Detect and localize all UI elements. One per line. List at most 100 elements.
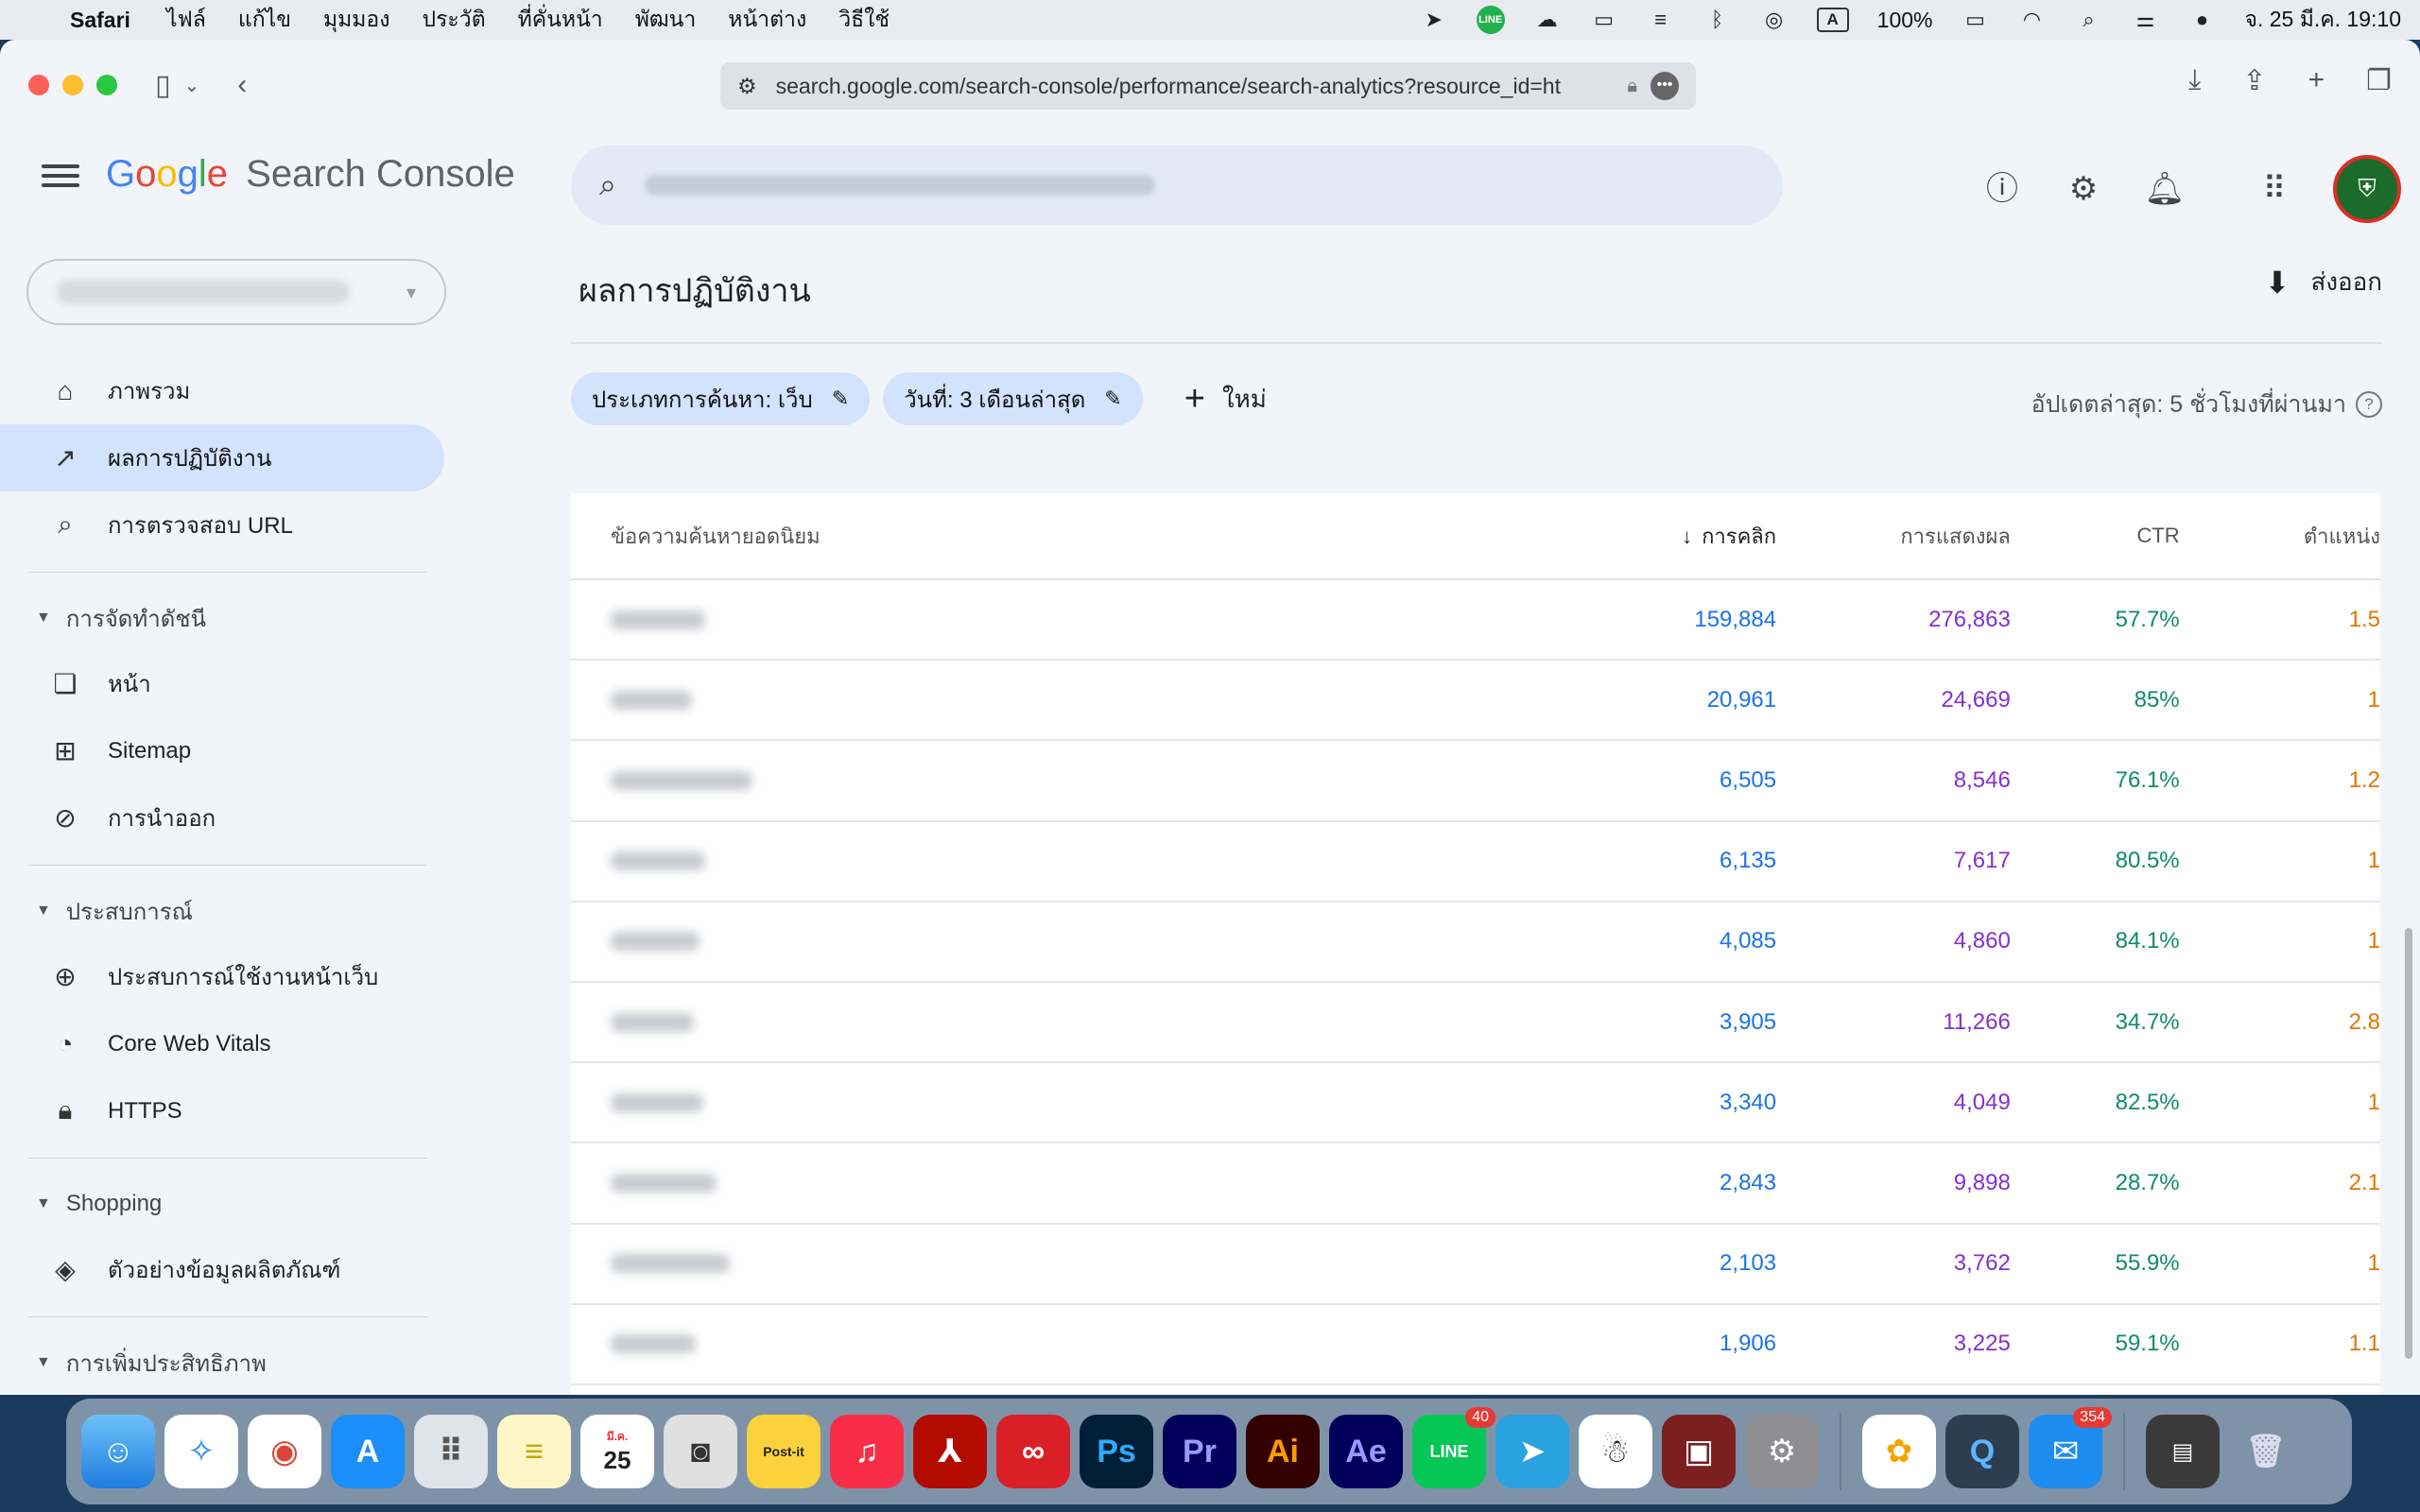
- export-button[interactable]: ⬇ ส่งออก: [2265, 263, 2382, 301]
- new-tab-icon[interactable]: +: [2308, 64, 2325, 97]
- more-icon[interactable]: •••: [1651, 72, 1679, 100]
- telegram-icon[interactable]: ➤: [1495, 1415, 1569, 1488]
- voice-app-icon[interactable]: ☃: [1579, 1415, 1652, 1488]
- sidebar-item-removals[interactable]: ⊘ การนำออก: [0, 784, 454, 851]
- app-store-icon[interactable]: A: [331, 1415, 405, 1488]
- airdrop-icon[interactable]: ◎: [1760, 8, 1789, 32]
- site-settings-icon[interactable]: ⚙: [737, 74, 757, 99]
- stack-icon[interactable]: ≡: [1647, 8, 1675, 32]
- sidebar-item-sitemap[interactable]: ⊞ Sitemap: [0, 717, 454, 784]
- table-row[interactable]: 20,961 24,669 85% 1: [571, 661, 2380, 742]
- minimized-window-icon[interactable]: ▤: [2146, 1415, 2220, 1488]
- postit-icon[interactable]: Post-it: [747, 1415, 821, 1488]
- column-header-query[interactable]: ข้อความค้นหายอดนิยม: [571, 520, 1613, 553]
- sidebar-item-pages[interactable]: ❏ หน้า: [0, 650, 454, 717]
- sidebar-item-overview[interactable]: ⌂ ภาพรวม: [0, 357, 454, 424]
- tab-overview-icon[interactable]: ❐: [2366, 64, 2392, 97]
- premiere-icon[interactable]: Pr: [1163, 1415, 1236, 1488]
- sidebar-section-experience[interactable]: ▼ ประสบการณ์: [0, 879, 454, 943]
- query-text-redacted[interactable]: [611, 1173, 717, 1193]
- sidebar-item-page-experience[interactable]: ⊕ ประสบการณ์ใช้งานหน้าเว็บ: [0, 943, 454, 1010]
- table-row[interactable]: 3,905 11,266 34.7% 2.8: [571, 983, 2380, 1064]
- launchpad-icon[interactable]: ⠿: [414, 1415, 488, 1488]
- sidebar-item-product-snippets[interactable]: ◈ ตัวอย่างข้อมูลผลิตภัณฑ์: [0, 1236, 454, 1303]
- menu-app-name[interactable]: Safari: [70, 8, 130, 33]
- query-text-redacted[interactable]: [611, 1254, 730, 1274]
- line-app-icon[interactable]: LINE 40: [1412, 1407, 1495, 1488]
- main-menu-icon[interactable]: [42, 159, 79, 193]
- acrobat-icon[interactable]: ⅄: [913, 1415, 987, 1488]
- sidebar-item-core-web-vitals[interactable]: ◔ Core Web Vitals: [0, 1010, 454, 1077]
- chrome-icon[interactable]: ◉: [248, 1415, 321, 1488]
- menu-bookmarks[interactable]: ที่คั่นหน้า: [518, 3, 603, 37]
- table-row[interactable]: 159,884 276,863 57.7% 1.5: [571, 580, 2380, 662]
- music-icon[interactable]: ♫: [830, 1415, 904, 1488]
- photoshop-icon[interactable]: Ps: [1080, 1415, 1153, 1488]
- sidebar-item-https[interactable]: 🔒︎ HTTPS: [0, 1077, 454, 1144]
- account-avatar[interactable]: ⛨: [2333, 155, 2401, 223]
- spotlight-search-icon[interactable]: ⌕: [2074, 8, 2102, 32]
- menubar-datetime[interactable]: จ. 25 มี.ค. 19:10: [2244, 3, 2401, 37]
- table-row[interactable]: 1,906 3,225 59.1% 1.1: [571, 1305, 2380, 1385]
- query-text-redacted[interactable]: [611, 690, 692, 710]
- location-arrow-icon[interactable]: ➤: [1420, 8, 1448, 32]
- share-icon[interactable]: ⇪: [2242, 64, 2266, 97]
- sidebar-item-performance[interactable]: ↗ ผลการปฏิบัติงาน: [0, 424, 444, 491]
- column-header-ctr[interactable]: CTR: [2011, 524, 2179, 548]
- sidebar-section-shopping[interactable]: ▼ Shopping: [0, 1172, 454, 1236]
- apps-grid-icon[interactable]: ⠿: [2252, 166, 2297, 212]
- menu-develop[interactable]: พัฒนา: [635, 3, 697, 37]
- column-header-clicks[interactable]: ↓ การคลิก: [1613, 520, 1776, 553]
- query-text-redacted[interactable]: [611, 770, 752, 790]
- new-filter-button[interactable]: + ใหม่: [1184, 379, 1267, 420]
- sidebar-toggle-icon[interactable]: ▯: [155, 69, 171, 102]
- table-row[interactable]: 2,103 3,762 55.9% 1: [571, 1225, 2380, 1305]
- siri-icon[interactable]: ●: [2187, 8, 2216, 32]
- column-header-position[interactable]: ตำแหน่ง: [2180, 520, 2380, 553]
- battery-icon[interactable]: ▭: [1961, 8, 1989, 32]
- menu-edit[interactable]: แก้ไข: [238, 3, 291, 37]
- table-row[interactable]: 6,135 7,617 80.5% 1: [571, 822, 2380, 902]
- column-header-impressions[interactable]: การแสดงผล: [1776, 520, 2011, 553]
- table-row[interactable]: 3,340 4,049 82.5% 1: [571, 1063, 2380, 1144]
- query-text-redacted[interactable]: [611, 1012, 694, 1032]
- query-text-redacted[interactable]: [611, 851, 705, 871]
- address-bar[interactable]: ⚙ search.google.com/search-console/perfo…: [720, 62, 1696, 110]
- minimize-window-button[interactable]: [62, 75, 83, 95]
- gsc-logo[interactable]: Google Search Console: [106, 153, 515, 196]
- menu-window[interactable]: หน้าต่าง: [728, 3, 806, 37]
- line-status-icon[interactable]: LINE: [1476, 6, 1505, 34]
- bluetooth-icon[interactable]: ᛒ: [1703, 8, 1732, 32]
- photos-icon[interactable]: ✿: [1862, 1415, 1936, 1488]
- creative-cloud-status-icon[interactable]: ☁: [1533, 8, 1562, 32]
- trash-icon[interactable]: 🗑︎: [2229, 1415, 2303, 1488]
- menu-history[interactable]: ประวัติ: [422, 3, 485, 37]
- close-window-button[interactable]: [28, 75, 49, 95]
- menu-file[interactable]: ไฟล์: [166, 3, 206, 37]
- page-scrollbar[interactable]: [2405, 928, 2412, 1359]
- query-text-redacted[interactable]: [611, 610, 705, 629]
- sidebar-item-url-inspection[interactable]: ⌕ การตรวจสอบ URL: [0, 491, 454, 558]
- after-effects-icon[interactable]: Ae: [1329, 1415, 1403, 1488]
- illustrator-icon[interactable]: Ai: [1246, 1415, 1320, 1488]
- query-text-redacted[interactable]: [611, 932, 700, 952]
- quicktime-icon[interactable]: Q: [1945, 1415, 2019, 1488]
- fullscreen-window-button[interactable]: [96, 75, 117, 95]
- mail-icon[interactable]: ✉ 354: [2029, 1407, 2112, 1488]
- chevron-down-icon[interactable]: ⌄: [184, 74, 200, 97]
- input-method-icon[interactable]: A: [1816, 8, 1849, 32]
- help-icon[interactable]: ⓘ: [1979, 166, 2025, 212]
- screenshot-icon[interactable]: ◙: [664, 1415, 737, 1488]
- downloads-icon[interactable]: ⤓: [2188, 64, 2201, 97]
- photo-booth-icon[interactable]: ▣: [1662, 1415, 1736, 1488]
- finder-icon[interactable]: ☺: [81, 1415, 155, 1488]
- table-row[interactable]: 2,843 9,898 28.7% 2.1: [571, 1143, 2380, 1225]
- sidebar-section-enhancements[interactable]: ▼ การเพิ่มประสิทธิภาพ: [0, 1331, 454, 1395]
- inspect-url-search[interactable]: ⌕: [571, 146, 1783, 225]
- edit-pencil-icon[interactable]: ✎: [1104, 387, 1121, 411]
- system-settings-icon[interactable]: ⚙: [1745, 1415, 1819, 1488]
- wifi-icon[interactable]: ◠: [2017, 8, 2046, 32]
- notifications-icon[interactable]: 🔔︎: [2142, 166, 2187, 212]
- control-center-icon[interactable]: ⚌: [2131, 8, 2159, 32]
- safari-icon[interactable]: ✧: [164, 1415, 238, 1488]
